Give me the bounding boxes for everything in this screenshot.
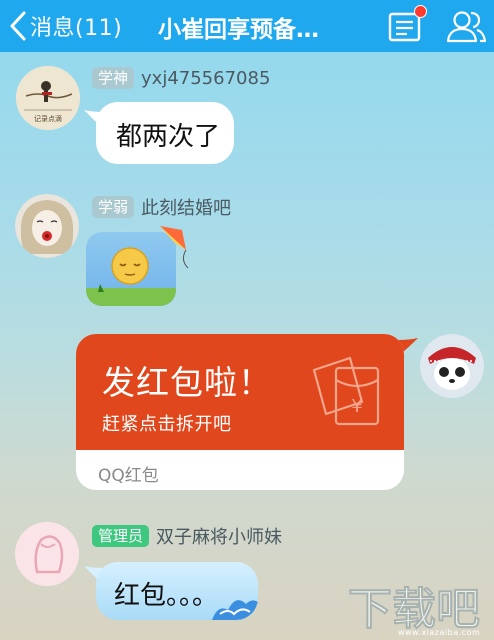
avatar-cike[interactable]: [15, 194, 79, 258]
sender-meta: 管理员 双子麻将小师妹: [92, 524, 282, 548]
avatar-image: [420, 334, 484, 398]
sender-nickname[interactable]: 此刻结婚吧: [141, 194, 231, 220]
message-bubble[interactable]: 都两次了: [96, 102, 234, 164]
watermark-logo: 下载吧: [348, 584, 480, 634]
top-navigation-bar: 消息(11) 小崔回享预备…: [0, 0, 494, 52]
red-packet-subtitle: 赶紧点击拆开吧: [102, 414, 232, 435]
notification-dot: [414, 5, 427, 18]
avatar-admin[interactable]: [15, 522, 79, 586]
watermark-url: www.xiazaiba.com: [398, 628, 481, 637]
watermark-text: 下载吧: [348, 584, 480, 634]
member-badge: 学神: [92, 67, 135, 89]
sender-nickname[interactable]: yxj475567085: [141, 68, 270, 89]
avatar-self[interactable]: [420, 334, 484, 398]
red-packet-footer: QQ红包: [98, 466, 159, 486]
group-members-icon[interactable]: [445, 8, 487, 44]
message-bubble[interactable]: 红包。。。: [96, 562, 258, 620]
avatar-image: [15, 194, 79, 258]
member-badge: 学弱: [92, 196, 135, 218]
admin-badge: 管理员: [92, 525, 150, 547]
sender-meta: 学弱 此刻结婚吧: [92, 195, 231, 219]
back-label: 消息(11): [30, 16, 123, 41]
wave-decoration-icon: [212, 600, 258, 620]
red-packet-title: 发红包啦！: [102, 363, 272, 402]
avatar-image: [15, 522, 79, 586]
chat-title: 小崔回享预备…: [158, 17, 319, 43]
message-text: 红包。。。: [114, 581, 219, 611]
avatar-caption: 记录点滴: [34, 115, 62, 123]
back-button[interactable]: 消息(11): [8, 9, 122, 43]
chevron-left-icon: [10, 11, 26, 41]
sender-meta: 学神 yxj475567085: [92, 66, 270, 90]
red-packet-card[interactable]: 发红包啦！ 赶紧点击拆开吧 ¥ QQ红包: [76, 334, 404, 490]
yuan-symbol: ¥: [351, 396, 362, 417]
message-text: 都两次了: [116, 122, 221, 152]
red-envelope-icon: ¥: [312, 356, 380, 426]
kite-icon: [160, 226, 189, 269]
sender-nickname[interactable]: 双子麻将小师妹: [156, 523, 282, 549]
